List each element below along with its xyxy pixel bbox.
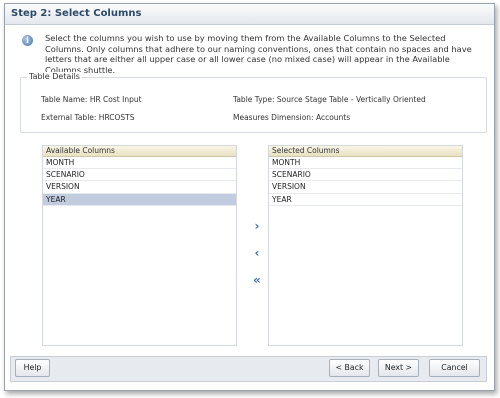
next-button[interactable]: Next > <box>378 359 419 377</box>
table-details-group: Table Details Table Name: HR Cost Input … <box>20 72 487 133</box>
measures-dimension-label: Measures Dimension: Accounts <box>233 113 351 122</box>
move-left-icon[interactable]: ‹ <box>250 247 264 259</box>
list-item[interactable]: SCENARIO <box>269 169 462 182</box>
move-right-icon[interactable]: › <box>250 220 264 232</box>
list-item[interactable]: VERSION <box>43 181 236 194</box>
external-table-label: External Table: HRCOSTS <box>41 113 135 122</box>
table-name-label: Table Name: HR Cost Input <box>41 95 142 104</box>
selected-columns-list[interactable]: Selected Columns MONTH SCENARIO VERSION … <box>268 145 463 346</box>
list-item[interactable]: MONTH <box>43 157 236 170</box>
list-item[interactable]: YEAR <box>269 194 462 206</box>
help-button[interactable]: Help <box>15 359 50 377</box>
instructions-text: Select the columns you wish to use by mo… <box>45 33 472 75</box>
list-item-selected[interactable]: YEAR <box>43 193 236 206</box>
available-columns-list[interactable]: Available Columns MONTH SCENARIO VERSION… <box>42 145 237 346</box>
wizard-dialog: Step 2: Select Columns i Select the colu… <box>4 3 495 391</box>
cancel-button[interactable]: Cancel <box>429 359 480 377</box>
selected-columns-header: Selected Columns <box>269 146 462 157</box>
title-bar: Step 2: Select Columns <box>5 4 494 25</box>
info-icon: i <box>22 35 33 46</box>
back-button[interactable]: < Back <box>329 359 370 377</box>
list-item[interactable]: VERSION <box>269 181 462 194</box>
table-details-legend: Table Details <box>27 72 82 81</box>
list-item[interactable]: SCENARIO <box>43 169 236 182</box>
table-type-label: Table Type: Source Stage Table - Vertica… <box>233 95 426 104</box>
list-item[interactable]: MONTH <box>269 157 462 170</box>
page-title: Step 2: Select Columns <box>11 8 142 19</box>
move-all-left-icon[interactable]: « <box>250 274 264 286</box>
available-columns-header: Available Columns <box>43 146 236 157</box>
